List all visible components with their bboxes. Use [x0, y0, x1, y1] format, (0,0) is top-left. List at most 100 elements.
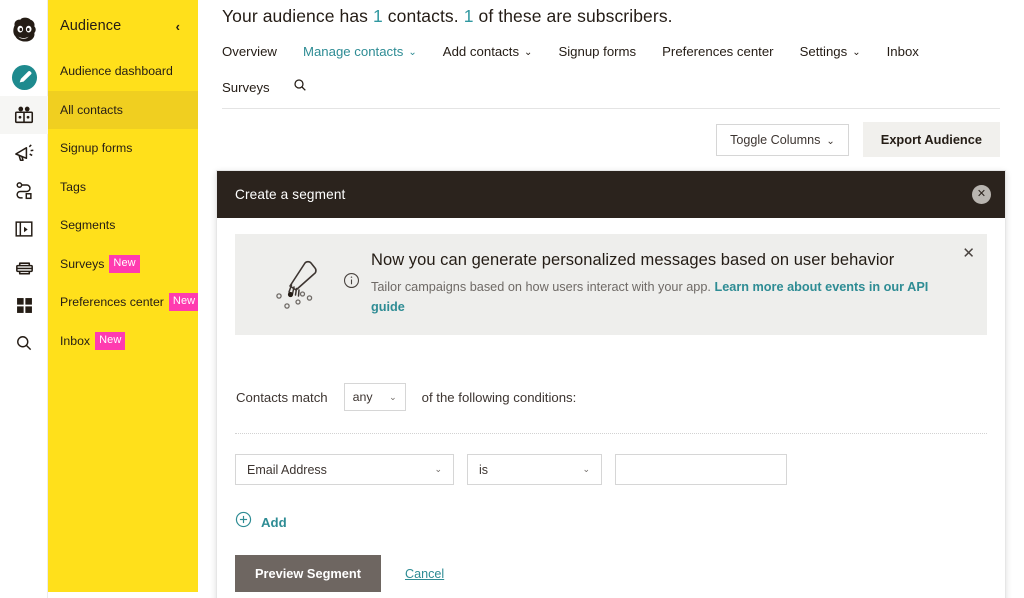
match-type-select[interactable]: any ⌄ [343, 383, 406, 412]
tab-add-contacts[interactable]: Add contacts ⌄ [443, 42, 533, 63]
audience-sidebar: Audience ‹ Audience dashboard All contac… [48, 0, 200, 592]
website-icon[interactable] [0, 248, 48, 286]
search-icon[interactable] [0, 324, 48, 362]
create-segment-modal: Create a segment ✕ Now you can generate … [216, 170, 1006, 598]
app-root: Audience ‹ Audience dashboard All contac… [0, 0, 1024, 598]
tab-label: Add contacts [442, 44, 520, 59]
sidebar-item-label: Inbox [60, 333, 91, 348]
sidebar-item-label: Tags [60, 179, 86, 194]
new-badge: New [95, 331, 126, 350]
sidebar-item-label: Surveys [60, 256, 105, 271]
main-content: Your audience has 1 contacts. 1 of these… [198, 0, 1024, 598]
chevron-down-icon: ⌄ [852, 47, 861, 58]
content-icon[interactable] [0, 210, 48, 248]
plus-circle-icon [235, 511, 252, 533]
add-condition-label: Add [261, 514, 287, 530]
create-pencil-icon[interactable] [0, 58, 48, 96]
search-icon [292, 77, 308, 98]
collapse-sidebar-icon[interactable]: ‹ [172, 18, 184, 35]
campaigns-megaphone-icon[interactable] [0, 134, 48, 172]
audience-stat-line: Your audience has 1 contacts. 1 of these… [222, 6, 673, 27]
integrations-grid-icon[interactable] [0, 286, 48, 324]
preview-segment-button[interactable]: Preview Segment [235, 555, 381, 593]
toggle-columns-button[interactable]: Toggle Columns ⌄ [716, 123, 849, 156]
chevron-down-icon: ⌄ [826, 135, 835, 147]
subscribers-count: 1 [463, 6, 474, 26]
match-suffix-label: of the following conditions: [421, 389, 577, 405]
toggle-columns-label: Toggle Columns [730, 132, 821, 147]
cancel-button[interactable]: Cancel [405, 567, 444, 581]
sidebar-item-segments[interactable]: Segments [48, 206, 198, 245]
sidebar-item-surveys[interactable]: Surveys New [48, 245, 198, 284]
sidebar-item-inbox[interactable]: Inbox New [48, 322, 198, 361]
banner-text-block: Now you can generate personalized messag… [371, 250, 949, 317]
audience-tabs: Overview Manage contacts ⌄ Add contacts ⌄ … [222, 42, 1000, 100]
tab-surveys[interactable]: Surveys [222, 78, 270, 99]
chevron-down-icon: ⌄ [408, 47, 417, 58]
banner-close-icon[interactable]: ✕ [962, 246, 975, 261]
condition-row: Email Address ⌄ is ⌄ [235, 454, 987, 486]
condition-attribute-select[interactable]: Email Address ⌄ [235, 454, 454, 486]
tab-label: Signup forms [558, 44, 637, 59]
stat-middle: contacts. [382, 6, 464, 26]
modal-body: Now you can generate personalized messag… [217, 218, 1005, 598]
sidebar-item-preferences-center[interactable]: Preferences center New [48, 283, 200, 322]
sidebar-item-label: Signup forms [60, 141, 133, 156]
chevron-down-icon: ⌄ [582, 464, 590, 475]
tab-settings[interactable]: Settings ⌄ [800, 42, 861, 63]
stat-prefix: Your audience has [222, 6, 373, 26]
add-condition-button[interactable]: Add [235, 511, 987, 533]
export-audience-button[interactable]: Export Audience [862, 122, 1000, 157]
sidebar-item-signup-forms[interactable]: Signup forms [48, 129, 198, 168]
tab-preferences-center[interactable]: Preferences center [662, 42, 773, 63]
chevron-down-icon: ⌄ [434, 464, 442, 475]
tab-inbox[interactable]: Inbox [887, 42, 919, 63]
modal-header: Create a segment ✕ [217, 171, 1005, 218]
condition-operator-select[interactable]: is ⌄ [467, 454, 602, 486]
tab-label: Surveys [222, 80, 270, 95]
automations-icon[interactable] [0, 172, 48, 210]
preview-segment-label: Preview Segment [255, 566, 361, 582]
match-prefix-label: Contacts match [236, 389, 328, 405]
sidebar-item-label: Audience dashboard [60, 64, 173, 79]
sidebar-item-tags[interactable]: Tags [48, 168, 198, 207]
salt-shaker-icon [251, 250, 343, 314]
audience-icon[interactable] [0, 96, 48, 134]
events-info-banner: Now you can generate personalized messag… [235, 234, 987, 336]
banner-title: Now you can generate personalized messag… [371, 251, 895, 269]
tab-overview[interactable]: Overview [222, 42, 277, 63]
sidebar-item-label: All contacts [60, 102, 123, 117]
modal-actions: Preview Segment Cancel [235, 555, 987, 593]
sidebar-header: Audience ‹ [48, 0, 198, 52]
freddie-logo-icon[interactable] [0, 4, 48, 58]
condition-operator-value: is [479, 462, 489, 477]
new-badge: New [168, 293, 200, 312]
banner-body: Tailor campaigns based on how users inte… [371, 278, 949, 317]
chevron-down-icon: ⌄ [524, 47, 533, 58]
sidebar-item-all-contacts[interactable]: All contacts [48, 90, 198, 129]
tab-search[interactable] [292, 77, 308, 100]
export-audience-label: Export Audience [880, 132, 982, 147]
tab-label: Manage contacts [302, 44, 404, 59]
chevron-down-icon: ⌄ [389, 391, 397, 402]
tab-label: Preferences center [662, 44, 774, 59]
audience-toolbar: Toggle Columns ⌄ Export Audience [716, 122, 1000, 157]
tab-manage-contacts[interactable]: Manage contacts ⌄ [303, 42, 417, 63]
contacts-count: 1 [373, 6, 383, 26]
condition-attribute-value: Email Address [247, 462, 327, 477]
condition-value-input[interactable] [615, 454, 787, 486]
new-badge: New [109, 254, 140, 273]
tab-label: Inbox [886, 44, 919, 59]
header-divider [222, 108, 1000, 109]
close-icon[interactable]: ✕ [972, 185, 991, 204]
tab-label: Settings [799, 44, 848, 59]
conditions-divider [235, 433, 987, 435]
banner-body-text: Tailor campaigns based on how users inte… [371, 280, 715, 294]
audience-tabs-row2: Surveys [222, 77, 1000, 100]
sidebar-item-audience-dashboard[interactable]: Audience dashboard [48, 52, 198, 91]
contacts-match-row: Contacts match any ⌄ of the following co… [235, 383, 987, 412]
sidebar-title: Audience [60, 18, 122, 34]
tab-signup-forms[interactable]: Signup forms [558, 42, 636, 63]
info-circle-icon [343, 250, 371, 294]
match-type-value: any [352, 390, 373, 405]
